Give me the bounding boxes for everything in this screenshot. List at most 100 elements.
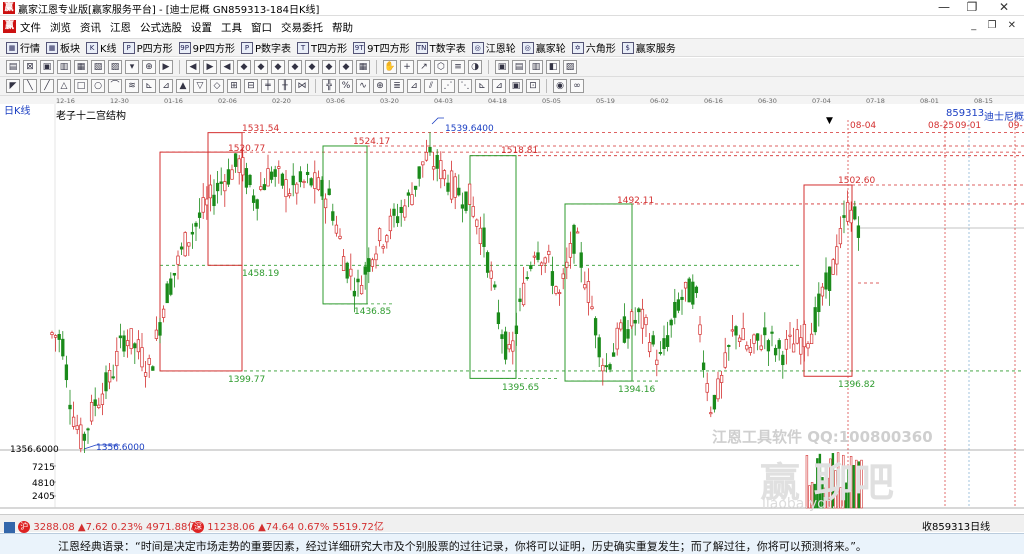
tool-icon[interactable]: ▦ [356, 60, 370, 74]
tool-icon[interactable]: ⊟ [244, 79, 258, 93]
menu-item[interactable]: 交易委托 [281, 20, 323, 35]
tool-icon[interactable]: ≋ [125, 79, 139, 93]
tool-icon[interactable]: ◉ [553, 79, 567, 93]
toolbar-button[interactable]: 9P 9P四方形 [178, 40, 235, 55]
tool-icon[interactable]: ◀ [186, 60, 200, 74]
candle-body [493, 284, 497, 288]
tool-icon[interactable]: ⋰ [441, 79, 455, 93]
tool-icon[interactable]: △ [57, 79, 71, 93]
toolbar-button[interactable]: ◎ 赢家轮 [521, 40, 566, 55]
tool-icon[interactable]: ≡ [451, 60, 465, 74]
tool-icon[interactable]: ▾ [125, 60, 139, 74]
tool-icon[interactable]: ▽ [193, 79, 207, 93]
tool-icon[interactable]: ○ [91, 79, 105, 93]
tool-icon[interactable]: ╫ [278, 79, 292, 93]
tool-icon[interactable]: ▤ [512, 60, 526, 74]
toolbar-button[interactable]: ◎ 江恩轮 [471, 40, 516, 55]
tool-icon[interactable]: + [400, 60, 414, 74]
toolbar-button[interactable]: ▦ 行情 [6, 40, 40, 55]
marker-icon[interactable]: ▼ [826, 116, 833, 126]
tool-icon[interactable]: ⋈ [295, 79, 309, 93]
tool-icon[interactable]: ◆ [254, 60, 268, 74]
tool-icon[interactable]: ◆ [305, 60, 319, 74]
tool-icon[interactable]: ◆ [237, 60, 251, 74]
tool-icon[interactable]: ⊠ [23, 60, 37, 74]
tool-icon[interactable]: ◆ [339, 60, 353, 74]
tool-icon[interactable]: ◀ [220, 60, 234, 74]
toolbar-button[interactable]: $ 赢家服务 [621, 40, 676, 55]
menu-item[interactable]: 工具 [221, 20, 242, 35]
menu-item[interactable]: 文件 [20, 20, 41, 35]
tool-icon[interactable]: ⊕ [142, 60, 156, 74]
tool-icon[interactable]: ⊞ [227, 79, 241, 93]
tool-icon[interactable]: ▣ [509, 79, 523, 93]
menu-item[interactable]: 窗口 [251, 20, 272, 35]
tool-icon[interactable]: ▨ [563, 60, 577, 74]
toolbar-button[interactable]: P P四方形 [122, 40, 173, 55]
tool-icon[interactable]: ╱ [40, 79, 54, 93]
toolbar-button[interactable]: K K线 [86, 40, 117, 55]
tool-icon[interactable]: ⊕ [373, 79, 387, 93]
tool-icon[interactable]: ⊾ [475, 79, 489, 93]
tool-icon[interactable]: ▥ [529, 60, 543, 74]
tool-icon[interactable]: ▤ [6, 60, 20, 74]
tool-icon[interactable]: ▣ [40, 60, 54, 74]
tool-icon[interactable]: ⊿ [492, 79, 506, 93]
tool-icon[interactable]: ◇ [210, 79, 224, 93]
minimize-button[interactable]: — [930, 0, 958, 16]
tool-icon[interactable]: ╪ [261, 79, 275, 93]
toolbar-button[interactable]: P P数字表 [241, 40, 291, 55]
menu-item[interactable]: 设置 [191, 20, 212, 35]
tool-icon[interactable]: ⊿ [407, 79, 421, 93]
toolbar-button[interactable]: ✡ 六角形 [571, 40, 616, 55]
candle-body [788, 334, 792, 337]
tool-icon[interactable]: ▶ [203, 60, 217, 74]
tool-icon[interactable]: ▥ [57, 60, 71, 74]
tool-icon[interactable]: □ [74, 79, 88, 93]
tool-icon[interactable]: ⬡ [434, 60, 448, 74]
tool-icon[interactable]: ◆ [322, 60, 336, 74]
menu-item[interactable]: 江恩 [110, 20, 131, 35]
kline-chart[interactable]: 12-16 12-30 01-16 02-06 02-20 03-06 03-20 04-03… [0, 96, 1024, 514]
tool-icon[interactable]: ⊾ [142, 79, 156, 93]
tool-icon[interactable]: ▨ [108, 60, 122, 74]
toolbar-button[interactable]: 9T 9T四方形 [353, 40, 410, 55]
tool-icon[interactable]: ▶ [159, 60, 173, 74]
toolbar-button[interactable]: T T四方形 [297, 40, 347, 55]
tool-icon[interactable]: ╬ [322, 79, 336, 93]
tool-icon[interactable]: % [339, 79, 353, 93]
candle-body [824, 272, 828, 290]
tool-icon[interactable]: ✋ [383, 60, 397, 74]
mdi-window-controls[interactable]: _ ❐ ✕ [971, 20, 1020, 31]
tool-icon[interactable]: ◆ [271, 60, 285, 74]
menu-item[interactable]: 浏览 [50, 20, 71, 35]
status-index-sz[interactable]: 深 11238.06 ▲74.64 0.67% 5519.72亿 [192, 518, 384, 533]
menu-item[interactable]: 帮助 [332, 20, 353, 35]
toolbar-button[interactable]: TN T数字表 [415, 40, 466, 55]
tool-icon[interactable]: ∞ [570, 79, 584, 93]
toolbar-button[interactable]: ▦ 板块 [46, 40, 80, 55]
tool-icon[interactable]: ╲ [23, 79, 37, 93]
tool-icon[interactable]: ⊿ [159, 79, 173, 93]
toolbar-button-label: 行情 [20, 44, 40, 55]
tool-icon[interactable]: ▦ [74, 60, 88, 74]
tool-icon[interactable]: ▧ [91, 60, 105, 74]
tool-icon[interactable]: ⌒ [108, 79, 122, 93]
tool-icon[interactable]: ◑ [468, 60, 482, 74]
tool-icon[interactable]: ⊡ [526, 79, 540, 93]
tool-icon[interactable]: ≣ [390, 79, 404, 93]
tool-icon[interactable]: ▣ [495, 60, 509, 74]
tool-icon[interactable]: ◤ [6, 79, 20, 93]
tool-icon[interactable]: ▲ [176, 79, 190, 93]
menu-item[interactable]: 公式选股 [140, 20, 182, 35]
tool-icon[interactable]: ⋱ [458, 79, 472, 93]
status-index-sh[interactable]: 沪 3288.08 ▲7.62 0.23% 4971.88亿 [4, 518, 197, 533]
close-button[interactable]: ✕ [990, 0, 1018, 16]
tool-icon[interactable]: ∿ [356, 79, 370, 93]
tool-icon[interactable]: ⫽ [424, 79, 438, 93]
menu-item[interactable]: 资讯 [80, 20, 101, 35]
tool-icon[interactable]: ◧ [546, 60, 560, 74]
maximize-button[interactable]: ❐ [958, 0, 986, 16]
tool-icon[interactable]: ◆ [288, 60, 302, 74]
tool-icon[interactable]: ↗ [417, 60, 431, 74]
